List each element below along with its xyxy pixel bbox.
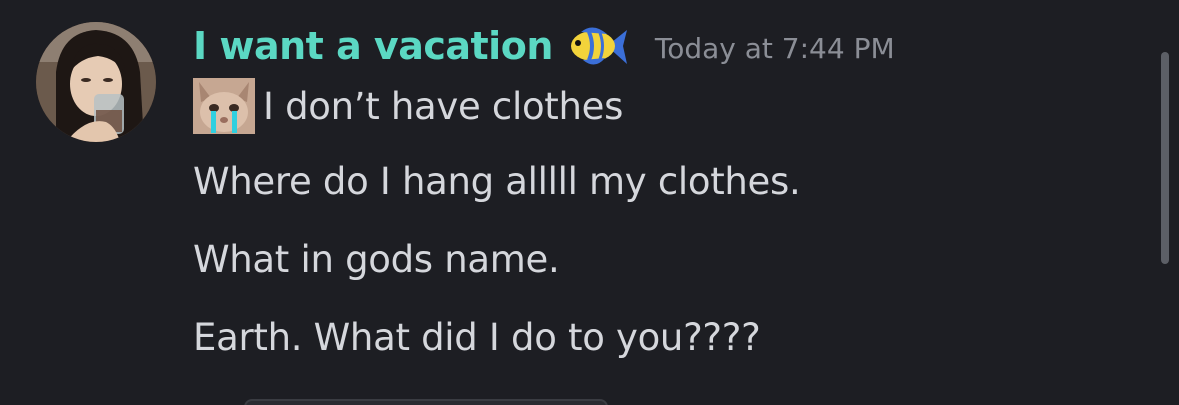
message-timestamp: Today at 7:44 PM [654,31,895,65]
username[interactable]: I want a vacation [193,24,553,68]
message-line: I don’t have clothes [193,78,623,134]
message-line: Where do I hang alllll my clothes. [193,160,801,203]
tropical-fish-icon [567,20,629,72]
scrollbar[interactable] [1161,52,1169,264]
next-element-edge [244,399,608,405]
crying-cat-icon [193,78,255,134]
message-header: I want a vacation Today at 7:44 PM [193,18,895,74]
chat-message: I want a vacation Today at 7:44 PM I don… [0,0,1179,405]
message-line: What in gods name. [193,238,560,281]
message-line-text: I don’t have clothes [263,84,624,128]
avatar-photo [36,22,156,142]
avatar[interactable] [36,22,156,142]
message-line: Earth. What did I do to you???? [193,316,761,359]
